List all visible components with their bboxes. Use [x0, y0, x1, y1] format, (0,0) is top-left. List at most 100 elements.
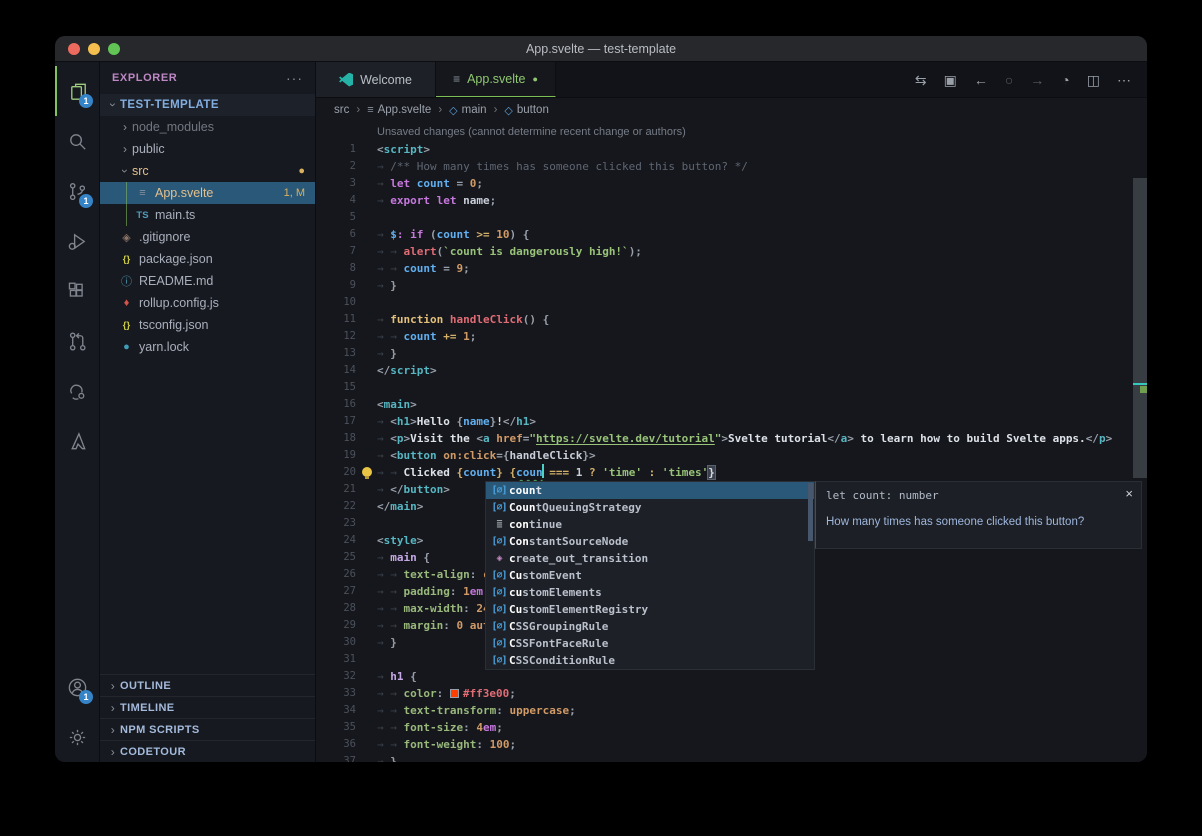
- breadcrumb-item-src[interactable]: src: [334, 104, 349, 116]
- editor-scrollbar[interactable]: [1133, 178, 1147, 478]
- panel-outline[interactable]: ›OUTLINE: [100, 674, 315, 696]
- tab-welcome[interactable]: Welcome: [316, 62, 436, 97]
- suggestion-detail-panel: let count: number How many times has som…: [815, 481, 1142, 549]
- open-preview-icon[interactable]: ▣: [944, 72, 957, 89]
- tree-item-package-json[interactable]: {} package.json: [100, 248, 315, 270]
- project-root-label: TEST-TEMPLATE: [120, 99, 219, 111]
- suggestion-cssconditionrule[interactable]: [∅]CSSConditionRule: [486, 652, 814, 669]
- panel-label: TIMELINE: [120, 702, 175, 714]
- line-number: 27: [316, 583, 356, 600]
- line-number: 30: [316, 634, 356, 651]
- panel-codetour[interactable]: ›CODETOUR: [100, 740, 315, 762]
- activity-run-debug-icon[interactable]: [55, 216, 99, 266]
- panel-npm-scripts[interactable]: ›NPM SCRIPTS: [100, 718, 315, 740]
- code-line: 33→ → color: #ff3e00;: [316, 685, 1147, 702]
- project-root-row[interactable]: › TEST-TEMPLATE: [100, 94, 315, 116]
- line-number: 32: [316, 668, 356, 685]
- breadcrumb-item-main[interactable]: main: [462, 104, 487, 116]
- split-editor-icon[interactable]: ◫: [1087, 72, 1100, 89]
- code-line: 3→ let count = 0;: [316, 175, 1147, 192]
- suggestion-constantsourcenode[interactable]: [∅]ConstantSourceNode: [486, 533, 814, 550]
- activity-live-share-icon[interactable]: [55, 366, 99, 416]
- tab-app-svelte[interactable]: ≡App.svelte●: [436, 62, 556, 97]
- tree-item-src[interactable]: ›src●: [100, 160, 315, 182]
- activity-account-icon[interactable]: 1: [55, 662, 99, 712]
- suggestion-continue[interactable]: ≣continue: [486, 516, 814, 533]
- code-line: 19→ <button on:click={handleClick}>: [316, 447, 1147, 464]
- suggestion-list: [∅]count[∅]CountQueuingStrategy≣continue…: [485, 481, 815, 670]
- line-number: 22: [316, 498, 356, 515]
- suggestion-create_out_transition[interactable]: ◈create_out_transition: [486, 550, 814, 567]
- tree-item-label: tsconfig.json: [139, 318, 208, 332]
- line-number: 13: [316, 345, 356, 362]
- activity-azure-icon[interactable]: [55, 416, 99, 466]
- breadcrumb-item-app-svelte[interactable]: App.svelte: [378, 104, 432, 116]
- activity-extensions-icon[interactable]: [55, 266, 99, 316]
- code-line: 5: [316, 209, 1147, 226]
- tree-item-node-modules[interactable]: ›node_modules: [100, 116, 315, 138]
- breadcrumb-separator: ›: [494, 104, 498, 116]
- tree-item-label: package.json: [139, 252, 213, 266]
- panel-timeline[interactable]: ›TIMELINE: [100, 696, 315, 718]
- tree-item-public[interactable]: ›public: [100, 138, 315, 160]
- line-number: 26: [316, 566, 356, 583]
- navigate-status-icon[interactable]: ○: [1005, 72, 1013, 88]
- suggestion-customelementregistry[interactable]: [∅]CustomElementRegistry: [486, 601, 814, 618]
- code-line: 11→ function handleClick() {: [316, 311, 1147, 328]
- code-line: 18→ <p>Visit the <a href="https://svelte…: [316, 430, 1147, 447]
- suggestion-countqueuingstrategy[interactable]: [∅]CountQueuingStrategy: [486, 499, 814, 516]
- chevron-right-icon: ›: [106, 679, 120, 693]
- unsaved-dot-icon: ●: [532, 74, 537, 84]
- explorer-more-actions-icon[interactable]: ···: [286, 70, 303, 86]
- activity-search-icon[interactable]: [55, 116, 99, 166]
- navigate-back-icon[interactable]: ←: [974, 72, 988, 88]
- code-line: 16<main>: [316, 396, 1147, 413]
- suggestion-count[interactable]: [∅]count: [486, 482, 814, 499]
- info-file-icon: ⓘ: [118, 273, 135, 289]
- symbol-variable-icon: [∅]: [489, 587, 509, 598]
- json-file-icon: {}: [118, 254, 135, 265]
- symbol-variable-icon: [∅]: [489, 570, 509, 581]
- suggestion-cssgroupingrule[interactable]: [∅]CSSGroupingRule: [486, 618, 814, 635]
- chevron-right-icon: ›: [106, 723, 120, 737]
- more-actions-icon[interactable]: ⋯: [1117, 72, 1131, 89]
- activity-github-pull-requests-icon[interactable]: [55, 316, 99, 366]
- line-number: 37: [316, 753, 356, 762]
- tree-item--gitignore[interactable]: ◈.gitignore: [100, 226, 315, 248]
- tree-item-readme-md[interactable]: ⓘ README.md: [100, 270, 315, 292]
- editor-area: Welcome≡App.svelte●⇆▣←○→◔◫⋯ src›≡App.sve…: [316, 62, 1147, 762]
- activity-settings-icon[interactable]: [55, 712, 99, 762]
- lightbulb-icon[interactable]: [362, 467, 372, 477]
- symbol-module-icon: ◈: [489, 553, 509, 564]
- breadcrumb-item-button[interactable]: button: [517, 104, 549, 116]
- tree-item-yarn-lock[interactable]: ●yarn.lock: [100, 336, 315, 358]
- suggestion-doc: How many times has someone clicked this …: [826, 516, 1131, 528]
- suggestion-customelements[interactable]: [∅]customElements: [486, 584, 814, 601]
- gitlens-heatmap-icon[interactable]: ◔: [1061, 72, 1069, 88]
- activity-explorer-icon[interactable]: 1: [55, 66, 99, 116]
- intellisense-popup: [∅]count[∅]CountQueuingStrategy≣continue…: [485, 481, 1142, 670]
- line-number: 28: [316, 600, 356, 617]
- suggestion-customevent[interactable]: [∅]CustomEvent: [486, 567, 814, 584]
- suggestion-cssfontfacerule[interactable]: [∅]CSSFontFaceRule: [486, 635, 814, 652]
- code-line: 35→ → font-size: 4em;: [316, 719, 1147, 736]
- symbol-icon: ◇: [504, 104, 512, 117]
- suggestion-scrollbar[interactable]: [808, 483, 813, 541]
- navigate-forward-icon[interactable]: →: [1030, 72, 1044, 88]
- breadcrumb-separator: ›: [438, 104, 442, 116]
- tree-item-main-ts[interactable]: TSmain.ts: [100, 204, 315, 226]
- activity-source-control-icon[interactable]: 1: [55, 166, 99, 216]
- code-line: 20→ → Clicked {count} {coun === 1 ? 'tim…: [316, 464, 1147, 481]
- open-changes-icon[interactable]: ⇆: [915, 72, 927, 89]
- tree-item-label: README.md: [139, 274, 213, 288]
- tree-item-label: public: [132, 142, 165, 156]
- tree-item-tsconfig-json[interactable]: {}tsconfig.json: [100, 314, 315, 336]
- close-icon[interactable]: ×: [1125, 486, 1133, 501]
- code-line: 1<script>: [316, 141, 1147, 158]
- git-status-badge: 1, M: [284, 187, 305, 199]
- overview-ruler-mark: [1133, 383, 1147, 385]
- line-number: 17: [316, 413, 356, 430]
- tree-item-rollup-config-js[interactable]: ♦rollup.config.js: [100, 292, 315, 314]
- tree-item-app-svelte[interactable]: ≡App.svelte1, M: [100, 182, 315, 204]
- svelte-file-icon: ≡: [134, 187, 151, 199]
